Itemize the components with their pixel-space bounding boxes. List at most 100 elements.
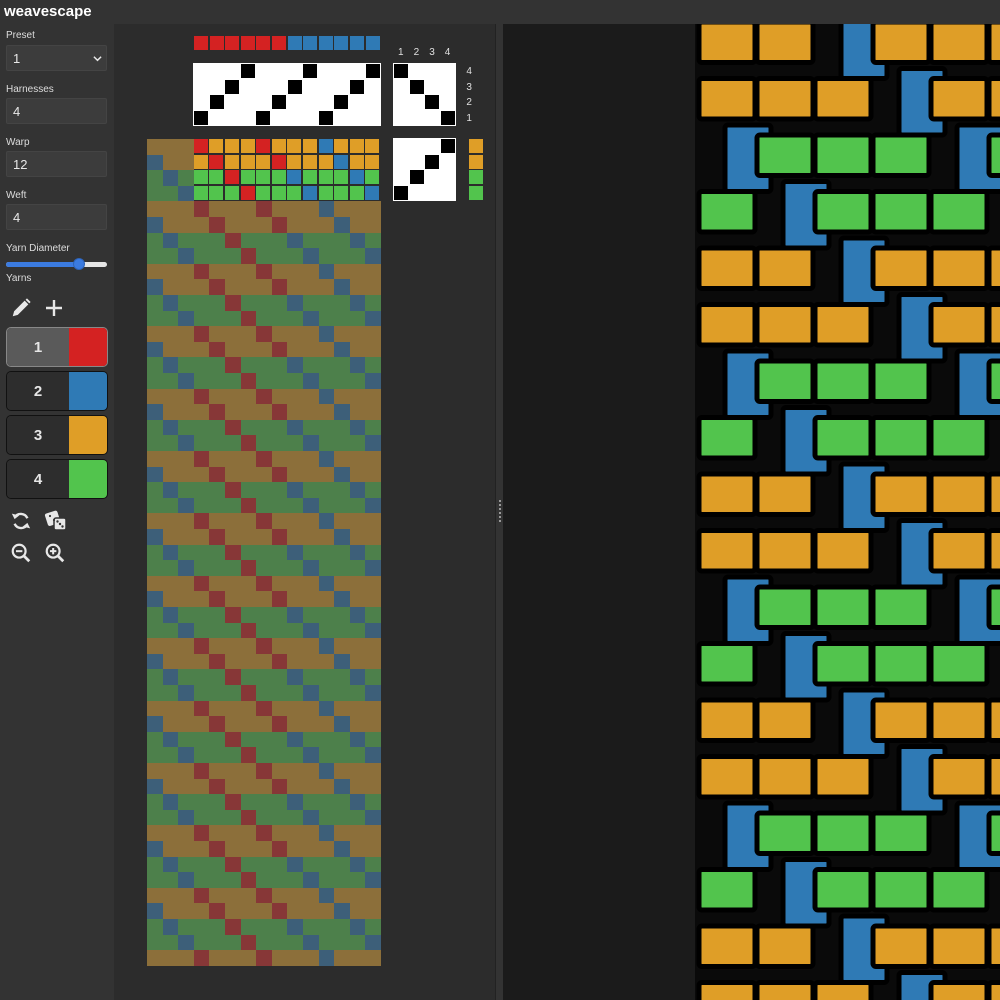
warp-color-cell[interactable] xyxy=(365,36,380,51)
threading-cell[interactable] xyxy=(287,95,302,110)
tieup-cell[interactable] xyxy=(409,110,424,125)
weft-color-cell[interactable] xyxy=(469,170,484,185)
zoom-in-button[interactable] xyxy=(42,540,68,566)
weft-input[interactable]: 4 xyxy=(6,204,107,230)
yarn-button-4[interactable]: 4 xyxy=(6,459,108,499)
treadling-cell[interactable] xyxy=(409,154,424,169)
threading-cell[interactable] xyxy=(365,64,380,79)
treadling-cell[interactable] xyxy=(425,170,440,185)
tieup-cell[interactable] xyxy=(425,95,440,110)
warp-color-cell[interactable] xyxy=(209,36,224,51)
tieup-cell[interactable] xyxy=(440,110,455,125)
tieup-cell[interactable] xyxy=(394,79,409,94)
weft-color-cell[interactable] xyxy=(469,154,484,169)
threading-cell[interactable] xyxy=(194,79,209,94)
treadling-cell[interactable] xyxy=(394,139,409,154)
preset-select[interactable]: 1 xyxy=(6,45,107,71)
threading-cell[interactable] xyxy=(318,79,333,94)
threading-cell[interactable] xyxy=(225,110,240,125)
threading-cell[interactable] xyxy=(365,110,380,125)
treadling-cell[interactable] xyxy=(440,139,455,154)
threading-cell[interactable] xyxy=(318,95,333,110)
threading-cell[interactable] xyxy=(240,64,255,79)
warp-color-cell[interactable] xyxy=(256,36,271,51)
threading-cell[interactable] xyxy=(256,64,271,79)
threading-cell[interactable] xyxy=(303,64,318,79)
tieup-cell[interactable] xyxy=(409,79,424,94)
tieup-cell[interactable] xyxy=(425,79,440,94)
tieup-cell[interactable] xyxy=(409,64,424,79)
tieup-cell[interactable] xyxy=(440,95,455,110)
threading-cell[interactable] xyxy=(272,110,287,125)
treadling-cell[interactable] xyxy=(394,185,409,200)
threading-cell[interactable] xyxy=(303,110,318,125)
warp-color-cell[interactable] xyxy=(194,36,209,51)
threading-cell[interactable] xyxy=(365,95,380,110)
threading-cell[interactable] xyxy=(194,64,209,79)
warp-color-cell[interactable] xyxy=(350,36,365,51)
treadling-cell[interactable] xyxy=(409,139,424,154)
weave-preview-canvas[interactable] xyxy=(503,24,1000,1000)
warp-color-cell[interactable] xyxy=(334,36,349,51)
treadling-cell[interactable] xyxy=(440,170,455,185)
threading-cell[interactable] xyxy=(240,95,255,110)
treadling-cell[interactable] xyxy=(440,154,455,169)
randomize-button[interactable] xyxy=(43,508,69,534)
threading-cell[interactable] xyxy=(256,110,271,125)
threading-cell[interactable] xyxy=(318,110,333,125)
threading-cell[interactable] xyxy=(334,64,349,79)
treadling-cell[interactable] xyxy=(425,185,440,200)
tieup-cell[interactable] xyxy=(425,110,440,125)
yarn-button-2[interactable]: 2 xyxy=(6,371,108,411)
add-yarn-button[interactable] xyxy=(41,295,67,321)
threading-cell[interactable] xyxy=(209,79,224,94)
tieup-cell[interactable] xyxy=(440,64,455,79)
threading-cell[interactable] xyxy=(225,95,240,110)
weft-color-cell[interactable] xyxy=(469,139,484,154)
treadling-cell[interactable] xyxy=(394,170,409,185)
threading-cell[interactable] xyxy=(350,64,365,79)
zoom-out-button[interactable] xyxy=(8,540,34,566)
threading-cell[interactable] xyxy=(318,64,333,79)
treadling-cell[interactable] xyxy=(394,154,409,169)
threading-cell[interactable] xyxy=(225,64,240,79)
warp-color-cell[interactable] xyxy=(303,36,318,51)
threading-cell[interactable] xyxy=(225,79,240,94)
tieup-cell[interactable] xyxy=(394,110,409,125)
threading-cell[interactable] xyxy=(240,79,255,94)
treadling-cell[interactable] xyxy=(409,185,424,200)
threading-cell[interactable] xyxy=(334,110,349,125)
treadling-cell[interactable] xyxy=(425,139,440,154)
warp-color-cell[interactable] xyxy=(287,36,302,51)
harnesses-input[interactable]: 4 xyxy=(6,98,107,124)
tieup-cell[interactable] xyxy=(409,95,424,110)
threading-cell[interactable] xyxy=(287,64,302,79)
threading-cell[interactable] xyxy=(303,95,318,110)
treadling-cell[interactable] xyxy=(409,170,424,185)
warp-color-cell[interactable] xyxy=(240,36,255,51)
threading-cell[interactable] xyxy=(287,79,302,94)
threading-cell[interactable] xyxy=(240,110,255,125)
tieup-cell[interactable] xyxy=(425,64,440,79)
warp-color-cell[interactable] xyxy=(318,36,333,51)
warp-color-cell[interactable] xyxy=(225,36,240,51)
threading-cell[interactable] xyxy=(194,110,209,125)
threading-cell[interactable] xyxy=(194,95,209,110)
threading-cell[interactable] xyxy=(365,79,380,94)
threading-cell[interactable] xyxy=(350,110,365,125)
tieup-cell[interactable] xyxy=(394,64,409,79)
edit-yarn-button[interactable] xyxy=(8,295,34,321)
yarn-button-3[interactable]: 3 xyxy=(6,415,108,455)
threading-cell[interactable] xyxy=(272,64,287,79)
threading-cell[interactable] xyxy=(350,95,365,110)
refresh-button[interactable] xyxy=(8,508,34,534)
threading-cell[interactable] xyxy=(303,79,318,94)
threading-cell[interactable] xyxy=(209,95,224,110)
threading-cell[interactable] xyxy=(256,95,271,110)
warp-input[interactable]: 12 xyxy=(6,151,107,177)
treadling-cell[interactable] xyxy=(425,154,440,169)
warp-color-cell[interactable] xyxy=(272,36,287,51)
threading-cell[interactable] xyxy=(256,79,271,94)
threading-cell[interactable] xyxy=(272,95,287,110)
threading-cell[interactable] xyxy=(334,95,349,110)
